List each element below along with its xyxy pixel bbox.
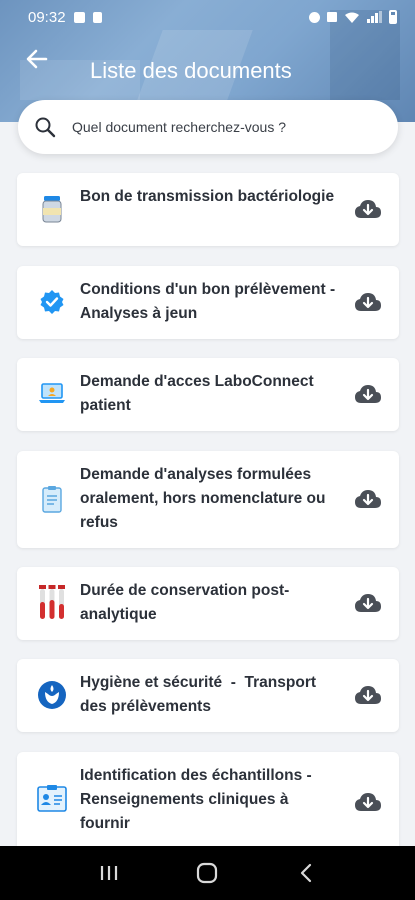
document-label: Hygiène et sécurité - Transport des prél…	[80, 674, 321, 715]
laptop-icon	[37, 379, 67, 409]
alarm-icon	[309, 11, 320, 23]
id-card-icon	[37, 783, 67, 813]
list-item[interactable]: Demande d'acces LaboConnect patient	[17, 358, 399, 431]
recent-apps-icon	[101, 866, 118, 880]
test-tubes-icon	[37, 584, 67, 622]
system-navigation-bar	[0, 846, 415, 900]
file-notification-icon	[92, 11, 102, 23]
document-label: Conditions d'un bon prélèvement - Analys…	[80, 281, 336, 322]
cloud-download-icon	[355, 200, 381, 218]
cloud-download-icon	[355, 293, 381, 311]
document-label: Durée de conservation post-analytique	[80, 582, 290, 623]
signal-icon	[367, 11, 382, 23]
list-item[interactable]: Durée de conservation post-analytique	[17, 567, 399, 640]
cloud-download-icon	[355, 385, 381, 403]
search-icon	[35, 117, 56, 138]
battery-icon	[389, 10, 397, 24]
image-notification-icon	[73, 11, 85, 23]
cloud-download-icon	[355, 594, 381, 612]
cloud-download-icon	[355, 686, 381, 704]
document-label: Identification des échantillons - Rensei…	[80, 767, 312, 832]
status-bar: 09:32	[0, 0, 415, 34]
list-item[interactable]: Bon de transmission bactériologie	[17, 173, 399, 246]
cloud-download-icon	[355, 490, 381, 508]
document-label: Demande d'acces LaboConnect patient	[80, 373, 314, 414]
arrow-left-icon	[26, 49, 48, 69]
recent-apps-button[interactable]	[89, 853, 129, 893]
home-button[interactable]	[187, 853, 227, 893]
home-icon	[197, 862, 218, 884]
cloud-download-icon	[355, 793, 381, 811]
list-item[interactable]: Demande d'analyses formulées oralement, …	[17, 451, 399, 548]
clipboard-icon	[37, 484, 67, 514]
search-input[interactable]	[72, 119, 372, 135]
document-label: Demande d'analyses formulées oralement, …	[80, 466, 326, 531]
list-item[interactable]: Identification des échantillons - Rensei…	[17, 752, 399, 846]
download-button[interactable]	[354, 589, 382, 617]
mute-icon	[327, 12, 337, 22]
document-label: Bon de transmission bactériologie	[80, 188, 335, 205]
download-button[interactable]	[354, 288, 382, 316]
download-button[interactable]	[354, 195, 382, 223]
list-item[interactable]: Conditions d'un bon prélèvement - Analys…	[17, 266, 399, 339]
wifi-icon	[345, 12, 359, 23]
system-back-button[interactable]	[286, 853, 326, 893]
page-title: Liste des documents	[90, 58, 292, 83]
status-time: 09:32	[28, 8, 66, 26]
download-button[interactable]	[354, 380, 382, 408]
verified-badge-icon	[37, 287, 67, 317]
back-button[interactable]	[24, 46, 50, 72]
hygiene-hand-icon	[37, 680, 67, 710]
chevron-left-icon	[300, 863, 311, 883]
download-button[interactable]	[354, 485, 382, 513]
download-button[interactable]	[354, 681, 382, 709]
specimen-jar-icon	[37, 194, 67, 224]
list-item[interactable]: Hygiène et sécurité - Transport des prél…	[17, 659, 399, 732]
search-bar[interactable]	[18, 100, 398, 154]
download-button[interactable]	[354, 788, 382, 816]
